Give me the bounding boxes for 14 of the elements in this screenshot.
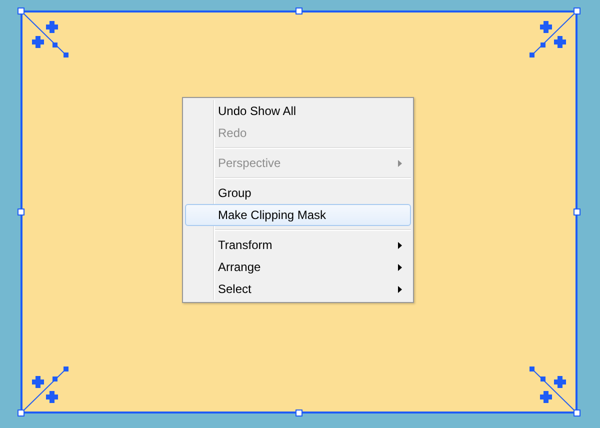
selection-handle[interactable] [18,410,24,416]
menu-item[interactable]: Select [185,278,411,300]
selection-handle[interactable] [18,8,24,14]
selection-handle[interactable] [18,208,24,216]
selection-handle[interactable] [574,208,580,216]
selection-handle[interactable] [296,410,302,416]
selection-handle[interactable] [574,410,580,416]
menu-item[interactable]: Arrange [185,256,411,278]
menu-item[interactable]: Undo Show All [185,100,411,122]
selection-handle[interactable] [296,8,302,14]
menu-item[interactable]: Make Clipping Mask [185,204,411,226]
menu-item[interactable]: Group [185,182,411,204]
selection-handle[interactable] [574,8,580,14]
menu-item[interactable]: Transform [185,234,411,256]
